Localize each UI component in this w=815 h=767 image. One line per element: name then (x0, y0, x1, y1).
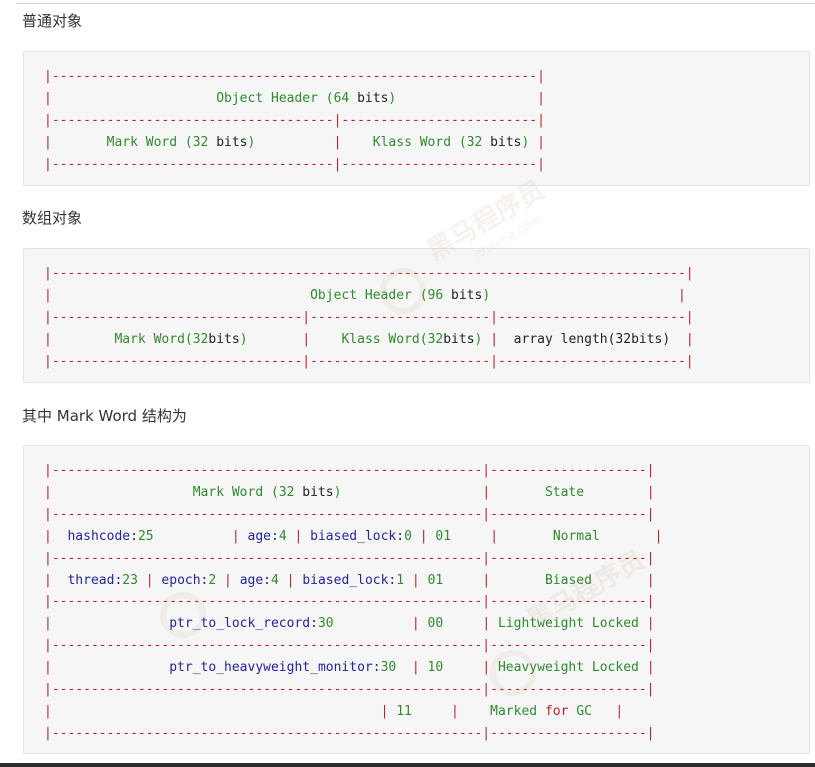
mark-word-label: Mark Word (32 bits) (106, 134, 256, 150)
code-block-normal-object: |---------------------------------------… (23, 51, 810, 186)
object-header-label: Object Header (64 bits) (216, 90, 397, 106)
state-biased: Biased (544, 572, 592, 588)
normal-object-diagram: |---------------------------------------… (44, 69, 545, 172)
array-length-label: array length(32bits) (513, 331, 671, 347)
heading-normal-object: 普通对象 (22, 12, 83, 30)
state-heavyweight-locked: Heavyweight Locked (497, 660, 639, 676)
klass-word-label: Klass Word (32 bits) (372, 134, 530, 150)
table-header-state: State (544, 484, 585, 500)
array-mark-word-label: Mark Word(32bits) (114, 331, 248, 347)
array-object-diagram: |---------------------------------------… (44, 266, 694, 369)
top-divider (16, 3, 815, 4)
state-normal: Normal (552, 528, 600, 544)
code-block-array-object: |---------------------------------------… (23, 248, 810, 383)
state-lightweight-locked: Lightweight Locked (498, 616, 639, 632)
code-block-mark-word-structure: |---------------------------------------… (23, 445, 810, 754)
heading-array-object: 数组对象 (22, 209, 83, 227)
array-klass-word-label: Klass Word(32bits) (341, 331, 483, 347)
bottom-bar (0, 763, 815, 767)
heading-mark-word-structure: 其中 Mark Word 结构为 (22, 407, 187, 425)
array-object-header-label: Object Header (96 bits) (310, 287, 491, 303)
table-header-mark-word: Mark Word (32 bits) (192, 484, 342, 500)
mark-word-table: |---------------------------------------… (44, 463, 663, 741)
